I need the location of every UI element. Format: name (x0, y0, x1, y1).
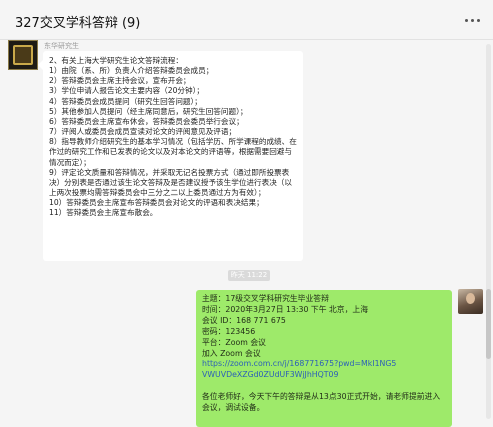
message-bubble-received[interactable]: 2、有关上海大学研究生论文答辩流程： 1）由院（系、所）负责人介绍答辩委员会成员… (38, 51, 303, 261)
message-line: 8）指导教师介绍研究生的基本学习情况（包括学历、所学课程的成绩、在作过的研究工作… (49, 137, 297, 167)
avatar-face (466, 293, 475, 304)
message-line: 4）答辩委员会成员提问（研究生回答问题）； (49, 96, 202, 106)
message-line: 3）学位申请人报告论文主要内容（20分钟）； (49, 86, 204, 96)
message-line: 7）评阅人或委员会成员宣读对论文的评阅意见及评语； (49, 127, 237, 137)
message-line: 6）答辩委员会主席宣布休会，答辩委员会委员举行会议； (49, 116, 244, 126)
message-notice: 各位老师好，今天下午的答辩是从13点30正式开始，请老师提前进入会议，调试设备。 (202, 392, 441, 413)
sender-name: 东华研究生 (44, 42, 79, 50)
message-line: 5）其他参加人员提问（经主席同意后，研究生回答问题）； (49, 106, 248, 116)
chat-scrollbar[interactable] (486, 44, 491, 419)
message-line: 时间：2020年3月27日 13:30 下午 北京，上海 (202, 304, 368, 314)
message-line: 1）由院（系、所）负责人介绍答辩委员会成员； (49, 66, 214, 76)
more-options-icon[interactable] (461, 10, 483, 30)
self-avatar[interactable] (458, 289, 483, 314)
line-spacer (202, 381, 446, 392)
sender-avatar[interactable] (8, 40, 38, 70)
message-line: 平台：Zoom 会议 (202, 337, 266, 347)
message-line: 2）答辩委员会主席主持会议，宣布开会； (49, 76, 191, 86)
message-line: 9）评定论文质量和答辩情况，并采取无记名投票方式（通过即所投票表决）分别表是否通… (49, 167, 292, 198)
message-line: 2、有关上海大学研究生论文答辩流程： (49, 56, 183, 65)
emblem-icon (13, 45, 33, 65)
message-line: 主题：17级交叉学科研究生毕业答辩 (202, 294, 329, 303)
message-line: 10）答辩委员会主席宣布答辩委员会对论文的评语和表决结果； (49, 198, 264, 208)
zoom-link[interactable]: VWUVDeXZGd0ZUdUF3WjJhHQT09 (202, 370, 446, 381)
message-line: 密码：123456 (202, 326, 256, 336)
message-line: 加入 Zoom 会议 (202, 348, 261, 358)
scrollbar-thumb[interactable] (486, 289, 491, 359)
message-line: 会议 ID：168 771 675 (202, 315, 286, 325)
chat-title: 327交叉学科答辩 (9) (15, 16, 141, 31)
message-line: 11）答辩委员会主席宣布散会。 (49, 208, 158, 218)
chat-titlebar: 327交叉学科答辩 (9) (0, 0, 493, 40)
message-timestamp: 昨天 11:22 (228, 270, 270, 281)
message-bubble-sent[interactable]: 主题：17级交叉学科研究生毕业答辩 时间：2020年3月27日 13:30 下午… (196, 290, 452, 427)
zoom-link[interactable]: https://zoom.com.cn/j/168771675?pwd=MkI1… (202, 359, 446, 370)
